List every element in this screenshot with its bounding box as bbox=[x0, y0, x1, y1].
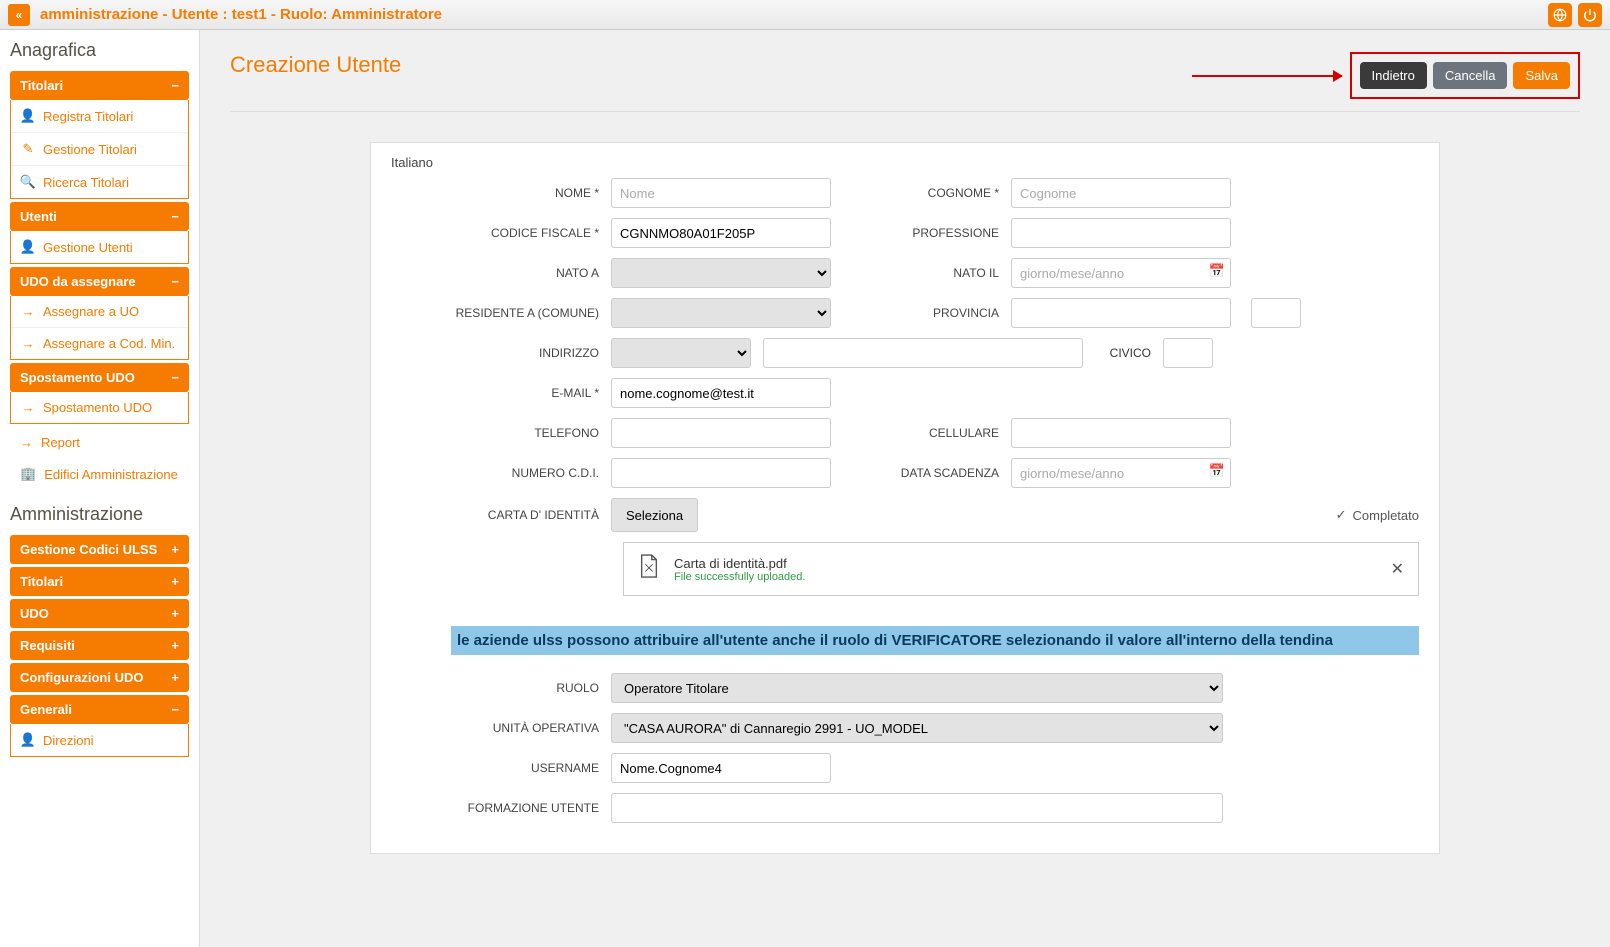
form-panel: Italiano NOME * COGNOME * CODICE FISCALE… bbox=[370, 142, 1440, 854]
label-civico: CIVICO bbox=[1083, 346, 1163, 360]
nav-group-config-udo[interactable]: Configurazioni UDO+ bbox=[10, 663, 189, 692]
label-email: E-MAIL * bbox=[391, 386, 611, 400]
label-cdi: NUMERO C.D.I. bbox=[391, 466, 611, 480]
nav-group-udo-assegnare[interactable]: UDO da assegnare− bbox=[10, 267, 189, 296]
sidebar: Anagrafica Titolari− 👤Registra Titolari … bbox=[0, 30, 200, 947]
nome-field[interactable] bbox=[611, 178, 831, 208]
power-icon[interactable] bbox=[1578, 3, 1602, 27]
label-nome: NOME * bbox=[391, 186, 611, 200]
nav-edifici[interactable]: 🏢Edifici Amministrazione bbox=[10, 458, 189, 490]
search-icon: 🔍 bbox=[21, 174, 35, 190]
user-icon: 👤 bbox=[21, 239, 35, 255]
nav-group-generali[interactable]: Generali− bbox=[10, 695, 189, 724]
label-provincia: PROVINCIA bbox=[831, 306, 1011, 320]
natoil-field[interactable] bbox=[1011, 258, 1231, 288]
label-scadenza: DATA SCADENZA bbox=[831, 466, 1011, 480]
cdi-field[interactable] bbox=[611, 458, 831, 488]
breadcrumb: amministrazione - Utente : test1 - Ruolo… bbox=[40, 6, 442, 23]
label-telefono: TELEFONO bbox=[391, 426, 611, 440]
topbar: « amministrazione - Utente : test1 - Ruo… bbox=[0, 0, 1610, 30]
nav-registra-titolari[interactable]: 👤Registra Titolari bbox=[11, 100, 188, 133]
nav-report[interactable]: →Report bbox=[10, 427, 189, 458]
nav-group-spostamento[interactable]: Spostamento UDO− bbox=[10, 363, 189, 392]
nav-group-utenti[interactable]: Utenti− bbox=[10, 202, 189, 231]
nav-group-requisiti[interactable]: Requisiti+ bbox=[10, 631, 189, 660]
nav-direzioni[interactable]: 👤Direzioni bbox=[11, 724, 188, 756]
formazione-field[interactable] bbox=[611, 793, 1223, 823]
natoa-select[interactable] bbox=[611, 258, 831, 288]
label-residente: RESIDENTE A (COMUNE) bbox=[391, 306, 611, 320]
nav-gestione-titolari[interactable]: ✎Gestione Titolari bbox=[11, 133, 188, 166]
back-button[interactable]: Indietro bbox=[1360, 62, 1427, 89]
uploaded-file: Carta di identità.pdf File successfully … bbox=[623, 542, 1419, 596]
label-cf: CODICE FISCALE * bbox=[391, 226, 611, 240]
completed-status: ✓Completato bbox=[1336, 507, 1419, 523]
label-professione: PROFESSIONE bbox=[831, 226, 1011, 240]
cf-field[interactable] bbox=[611, 218, 831, 248]
cognome-field[interactable] bbox=[1011, 178, 1231, 208]
label-carta: CARTA D' IDENTITÀ bbox=[391, 508, 611, 522]
nav-group-titolari[interactable]: Titolari− bbox=[10, 71, 189, 100]
arrow-right-icon: → bbox=[21, 400, 35, 415]
label-uo: UNITÀ OPERATIVA bbox=[391, 721, 611, 735]
main-content: Creazione Utente Indietro Cancella Salva… bbox=[200, 30, 1610, 947]
page-title: Creazione Utente bbox=[230, 52, 401, 78]
language-label: Italiano bbox=[391, 155, 1419, 170]
provincia-field[interactable] bbox=[1011, 298, 1231, 328]
sidebar-toggle-icon[interactable]: « bbox=[8, 4, 30, 26]
sidebar-heading-amministrazione: Amministrazione bbox=[10, 504, 189, 525]
civico-field[interactable] bbox=[1163, 338, 1213, 368]
arrow-right-icon: → bbox=[20, 435, 33, 450]
building-icon: 🏢 bbox=[20, 466, 36, 482]
uo-select[interactable]: "CASA AURORA" di Cannaregio 2991 - UO_MO… bbox=[611, 713, 1223, 743]
label-natoa: NATO A bbox=[391, 266, 611, 280]
nav-spostamento-udo[interactable]: →Spostamento UDO bbox=[11, 392, 188, 423]
indirizzo-field[interactable] bbox=[763, 338, 1083, 368]
nav-assegnare-uo[interactable]: →Assegnare a UO bbox=[11, 296, 188, 328]
nav-group-udo-admin[interactable]: UDO+ bbox=[10, 599, 189, 628]
label-formazione: FORMAZIONE UTENTE bbox=[391, 801, 611, 815]
file-status: File successfully uploaded. bbox=[674, 571, 805, 583]
user-plus-icon: 👤 bbox=[21, 108, 35, 124]
annotation-arrow bbox=[1192, 75, 1342, 77]
globe-icon[interactable] bbox=[1548, 3, 1572, 27]
sidebar-heading-anagrafica: Anagrafica bbox=[10, 40, 189, 61]
check-icon: ✓ bbox=[1336, 507, 1347, 523]
arrow-right-icon: → bbox=[21, 336, 35, 351]
edit-icon: ✎ bbox=[21, 141, 35, 157]
email-field[interactable] bbox=[611, 378, 831, 408]
nav-ricerca-titolari[interactable]: 🔍Ricerca Titolari bbox=[11, 166, 188, 198]
provincia-short-field[interactable] bbox=[1251, 298, 1301, 328]
info-banner: le aziende ulss possono attribuire all'u… bbox=[451, 626, 1419, 655]
label-natoil: NATO IL bbox=[831, 266, 1011, 280]
arrow-right-icon: → bbox=[21, 304, 35, 319]
residente-select[interactable] bbox=[611, 298, 831, 328]
label-cellulare: CELLULARE bbox=[831, 426, 1011, 440]
nav-assegnare-codmin[interactable]: →Assegnare a Cod. Min. bbox=[11, 328, 188, 359]
action-bar: Indietro Cancella Salva bbox=[1350, 52, 1581, 99]
professione-field[interactable] bbox=[1011, 218, 1231, 248]
file-name: Carta di identità.pdf bbox=[674, 556, 805, 571]
nav-group-codici-ulss[interactable]: Gestione Codici ULSS+ bbox=[10, 535, 189, 564]
pdf-icon bbox=[638, 553, 660, 585]
remove-file-icon[interactable]: ✕ bbox=[1391, 559, 1404, 579]
ruolo-select[interactable]: Operatore Titolare bbox=[611, 673, 1223, 703]
username-field[interactable] bbox=[611, 753, 831, 783]
telefono-field[interactable] bbox=[611, 418, 831, 448]
label-indirizzo: INDIRIZZO bbox=[391, 346, 611, 360]
nav-group-titolari-admin[interactable]: Titolari+ bbox=[10, 567, 189, 596]
seleziona-button[interactable]: Seleziona bbox=[611, 498, 698, 532]
scadenza-field[interactable] bbox=[1011, 458, 1231, 488]
label-username: USERNAME bbox=[391, 761, 611, 775]
user-icon: 👤 bbox=[21, 732, 35, 748]
label-cognome: COGNOME * bbox=[831, 186, 1011, 200]
cellulare-field[interactable] bbox=[1011, 418, 1231, 448]
nav-gestione-utenti[interactable]: 👤Gestione Utenti bbox=[11, 231, 188, 263]
indirizzo-type-select[interactable] bbox=[611, 338, 751, 368]
cancel-button[interactable]: Cancella bbox=[1433, 62, 1508, 89]
label-ruolo: RUOLO bbox=[391, 681, 611, 695]
save-button[interactable]: Salva bbox=[1513, 62, 1570, 89]
